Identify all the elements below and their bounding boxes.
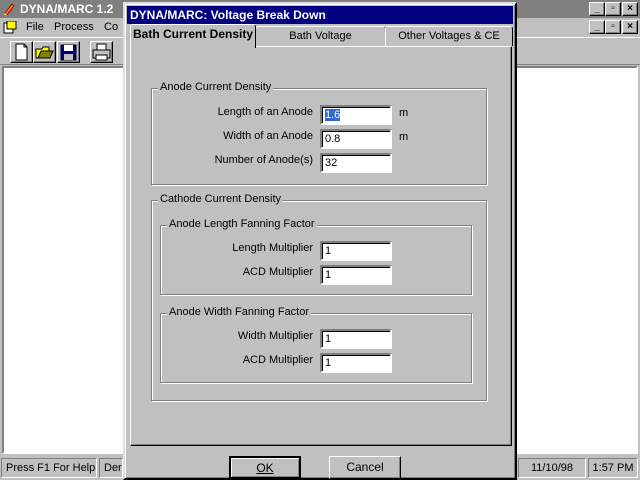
doc-close-button[interactable]: × — [622, 20, 638, 34]
menu-co-label: Co — [104, 21, 119, 33]
doc-restore-button[interactable]: ▫ — [605, 20, 621, 34]
width-acd-multiplier-label: ACD Multiplier — [242, 354, 313, 366]
voltage-breakdown-dialog: DYNA/MARC: Voltage Break Down Bath Curre… — [123, 2, 517, 480]
group-label: Anode Current Density — [158, 81, 274, 93]
anode-length-unit: m — [399, 107, 409, 119]
restore-icon: ▫ — [611, 21, 615, 32]
dialog-titlebar[interactable]: DYNA/MARC: Voltage Break Down — [127, 6, 513, 24]
document-icon — [3, 21, 17, 34]
anode-width-unit: m — [399, 131, 409, 143]
new-file-icon — [15, 43, 28, 61]
close-icon: × — [627, 21, 633, 32]
anode-current-density-group: Anode Current Density — [151, 81, 487, 185]
anode-length-input[interactable] — [320, 105, 392, 125]
dialog-title: DYNA/MARC: Voltage Break Down — [130, 8, 326, 22]
app-pencil-icon — [4, 3, 15, 15]
length-multiplier-label: Length Multiplier — [232, 242, 313, 254]
width-multiplier-label: Width Multiplier — [237, 330, 313, 342]
close-icon: × — [627, 3, 633, 14]
length-acd-multiplier-label: ACD Multiplier — [242, 266, 313, 278]
cancel-button[interactable]: Cancel — [329, 456, 401, 479]
cancel-label: Cancel — [346, 460, 384, 474]
restore-button[interactable]: ▫ — [605, 2, 621, 16]
open-folder-icon — [35, 46, 54, 59]
save-disk-icon — [60, 44, 77, 61]
menu-process[interactable]: Process — [54, 21, 94, 33]
minimize-icon: _ — [594, 21, 600, 32]
minimize-button[interactable]: _ — [589, 2, 605, 16]
group-label: Anode Length Fanning Factor — [167, 218, 317, 230]
tab-label: Other Voltages & CE — [398, 30, 500, 42]
anode-count-input[interactable] — [320, 153, 392, 173]
anode-width-fanning-group: Anode Width Fanning Factor — [160, 306, 472, 383]
menu-process-label: Process — [54, 21, 94, 33]
width-multiplier-input[interactable] — [320, 329, 392, 349]
tab-other-voltages-ce[interactable]: Other Voltages & CE — [385, 26, 513, 46]
restore-icon: ▫ — [611, 3, 615, 14]
tab-panel: Anode Current Density Length of an Anode… — [130, 46, 512, 446]
length-acd-multiplier-input[interactable] — [320, 265, 392, 285]
open-folder-button[interactable] — [33, 41, 56, 63]
save-button[interactable] — [57, 41, 80, 63]
status-date: 11/10/98 — [518, 458, 586, 478]
group-label: Cathode Current Density — [158, 193, 284, 205]
anode-width-input[interactable] — [320, 129, 392, 149]
anode-length-label: Length of an Anode — [217, 106, 313, 118]
close-button[interactable]: × — [622, 2, 638, 16]
group-label: Anode Width Fanning Factor — [167, 306, 312, 318]
width-acd-multiplier-input[interactable] — [320, 353, 392, 373]
main-window-title: DYNA/MARC 1.2 — [20, 2, 114, 16]
new-file-button[interactable] — [10, 41, 33, 63]
tab-bath-current-density[interactable]: Bath Current Density — [130, 24, 256, 48]
tab-label: Bath Current Density — [132, 27, 254, 41]
doc-minimize-button[interactable]: _ — [589, 20, 605, 34]
anode-length-fanning-group: Anode Length Fanning Factor — [160, 218, 472, 295]
print-icon — [92, 43, 111, 61]
status-help: Press F1 For Help — [1, 458, 97, 478]
menu-file-label: File — [26, 21, 44, 33]
status-mode: Den — [99, 458, 123, 478]
anode-count-label: Number of Anode(s) — [214, 154, 313, 166]
minimize-icon: _ — [594, 3, 600, 14]
anode-width-label: Width of an Anode — [223, 130, 313, 142]
menu-file[interactable]: File — [26, 21, 44, 33]
tab-label: Bath Voltage — [289, 30, 352, 42]
tab-bath-voltage[interactable]: Bath Voltage — [255, 26, 386, 46]
length-multiplier-input[interactable] — [320, 241, 392, 261]
menu-co[interactable]: Co — [104, 21, 118, 33]
print-button[interactable] — [90, 41, 113, 63]
ok-label: OK — [256, 461, 274, 475]
ok-button[interactable]: OK — [229, 456, 301, 479]
status-time: 1:57 PM — [588, 458, 638, 478]
